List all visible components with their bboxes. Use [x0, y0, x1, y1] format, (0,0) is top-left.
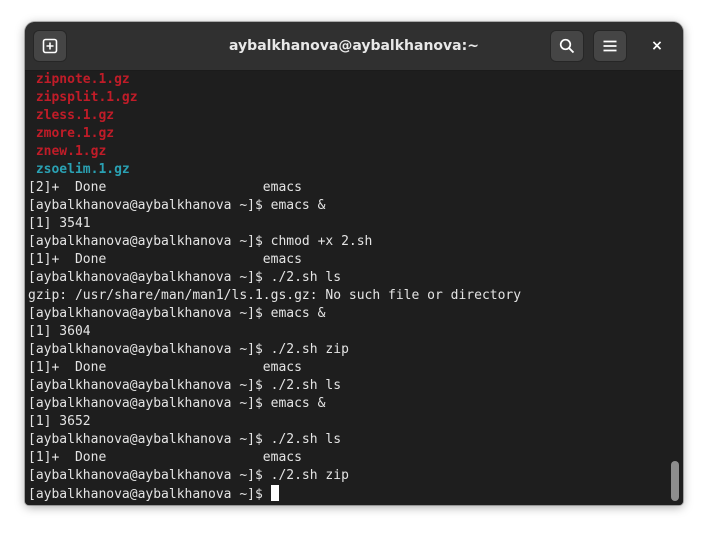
search-icon — [559, 38, 575, 54]
scrollbar[interactable] — [670, 71, 680, 505]
terminal-line: zless.1.gz — [28, 108, 115, 123]
terminal-line: zmore.1.gz — [28, 126, 115, 141]
scrollbar-thumb[interactable] — [671, 461, 679, 501]
terminal-line: [aybalkhanova@aybalkhanova ~]$ emacs & — [28, 198, 326, 213]
terminal-line: zipnote.1.gz — [28, 72, 130, 87]
text-cursor — [270, 485, 279, 501]
window-title: aybalkhanova@aybalkhanova:~ — [229, 38, 479, 54]
search-button[interactable] — [550, 30, 584, 62]
new-tab-icon — [42, 38, 58, 54]
hamburger-menu-icon — [603, 40, 617, 52]
terminal-line: [1]+ Done emacs — [28, 252, 302, 267]
terminal-output[interactable]: zipnote.1.gz zipsplit.1.gz zless.1.gz zm… — [25, 71, 683, 505]
terminal-line: [1] 3652 — [28, 414, 91, 429]
terminal-line: znew.1.gz — [28, 144, 107, 159]
terminal-line: [aybalkhanova@aybalkhanova ~]$ emacs & — [28, 306, 326, 321]
terminal-line: [1] 3541 — [28, 216, 91, 231]
prompt-line[interactable]: [aybalkhanova@aybalkhanova ~]$ — [28, 485, 668, 503]
terminal-line: gzip: /usr/share/man/man1/ls.1.gs.gz: No… — [28, 288, 522, 303]
terminal-line: [aybalkhanova@aybalkhanova ~]$ chmod +x … — [28, 234, 373, 249]
terminal-line: [1] 3604 — [28, 324, 91, 339]
terminal-line: zsoelim.1.gz — [28, 162, 130, 177]
terminal-line: [1]+ Done emacs — [28, 360, 302, 375]
new-tab-button[interactable] — [33, 30, 67, 62]
menu-button[interactable] — [593, 30, 627, 62]
prompt-text: [aybalkhanova@aybalkhanova ~]$ — [28, 487, 271, 502]
terminal-line: [aybalkhanova@aybalkhanova ~]$ ./2.sh zi… — [28, 468, 349, 483]
terminal-line: [2]+ Done emacs — [28, 180, 302, 195]
terminal-window: aybalkhanova@aybalkhanova:~ × zipnote.1.… — [25, 22, 683, 505]
terminal-line: [aybalkhanova@aybalkhanova ~]$ ./2.sh ls — [28, 270, 342, 285]
close-icon: × — [651, 38, 663, 54]
header-bar: aybalkhanova@aybalkhanova:~ × — [25, 22, 683, 71]
terminal-line: [1]+ Done emacs — [28, 450, 302, 465]
terminal-line: zipsplit.1.gz — [28, 90, 138, 105]
terminal-line: [aybalkhanova@aybalkhanova ~]$ ./2.sh ls — [28, 432, 342, 447]
terminal-line: [aybalkhanova@aybalkhanova ~]$ ./2.sh zi… — [28, 342, 349, 357]
close-button[interactable]: × — [645, 34, 669, 58]
terminal-lines: zipnote.1.gz zipsplit.1.gz zless.1.gz zm… — [28, 71, 668, 503]
terminal-line: [aybalkhanova@aybalkhanova ~]$ emacs & — [28, 396, 326, 411]
terminal-line: [aybalkhanova@aybalkhanova ~]$ ./2.sh ls — [28, 378, 342, 393]
